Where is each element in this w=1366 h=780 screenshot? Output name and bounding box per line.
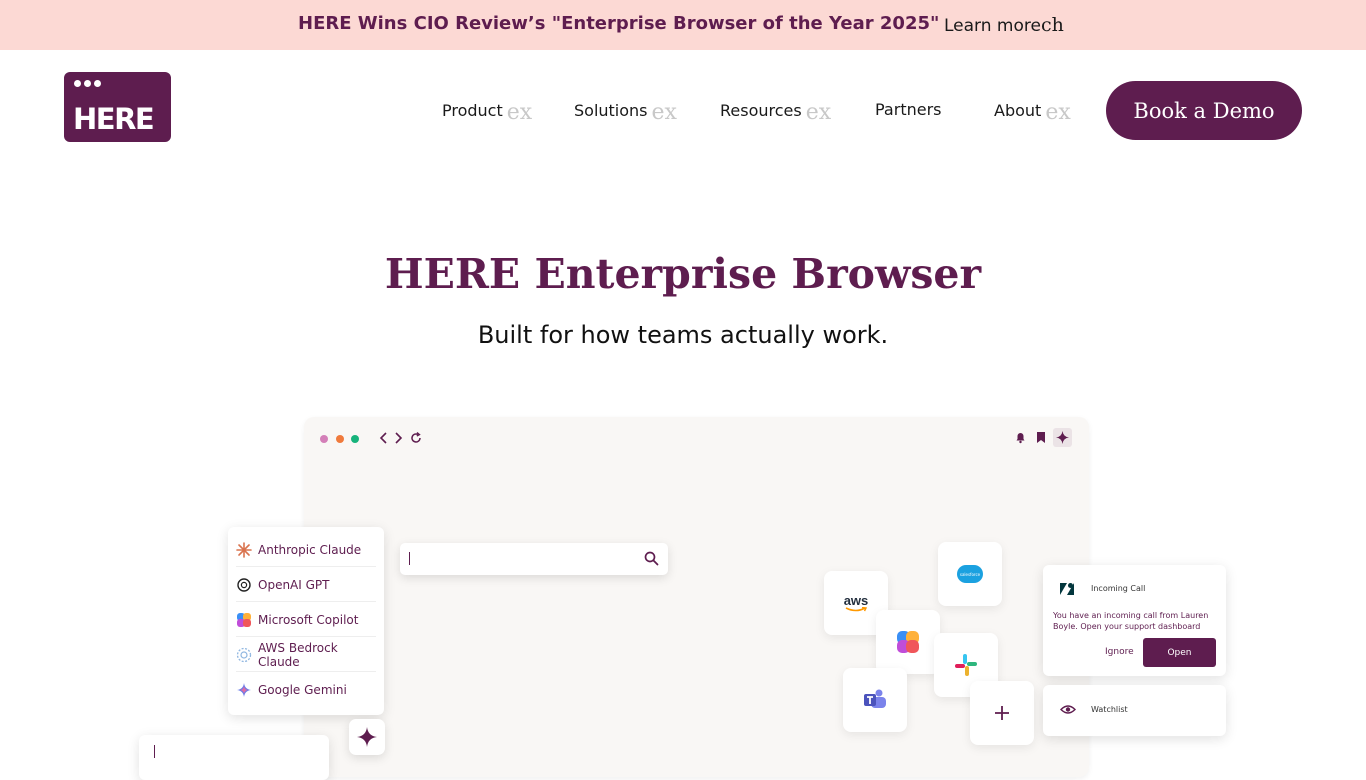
zendesk-icon <box>1060 583 1074 595</box>
copilot-icon <box>897 631 919 653</box>
incoming-call-notification: Incoming Call You have an incoming call … <box>1043 565 1226 676</box>
chevron-icon: ch <box>1040 14 1064 36</box>
ai-model-label: Google Gemini <box>258 683 347 697</box>
nav-product[interactable]: Product ex <box>442 100 532 125</box>
aws-label: aws <box>843 592 869 608</box>
teams-icon <box>864 689 886 708</box>
nav-resources-label: Resources <box>720 101 802 120</box>
gemini-icon <box>237 683 251 697</box>
mockup-search-input[interactable] <box>400 543 668 575</box>
hero-title: HERE Enterprise Browser <box>384 250 982 298</box>
ai-model-label: OpenAI GPT <box>258 577 330 592</box>
ai-model-copilot[interactable]: Microsoft Copilot <box>236 603 376 637</box>
logo-text: HERE <box>73 102 155 136</box>
nav-partners-label: Partners <box>875 100 942 119</box>
bookmark-icon <box>1037 432 1045 443</box>
chevron-down-icon: ex <box>1045 100 1071 125</box>
plus-icon <box>995 706 1009 720</box>
nav-solutions[interactable]: Solutions ex <box>574 100 677 125</box>
search-icon[interactable] <box>644 551 659 566</box>
copilot-app-tile[interactable] <box>876 610 940 674</box>
text-caret <box>154 745 155 758</box>
ai-model-menu: Anthropic Claude OpenAI GPT Microsoft Co… <box>228 527 384 715</box>
openai-icon <box>237 577 251 592</box>
traffic-light-icon <box>320 435 328 443</box>
ai-assistant-button[interactable] <box>349 719 385 755</box>
ai-prompt-input[interactable] <box>139 735 329 780</box>
watchlist-card[interactable]: Watchlist <box>1043 685 1226 736</box>
forward-icon <box>395 432 403 444</box>
logo-dots <box>74 80 101 87</box>
back-icon <box>379 432 387 444</box>
nav-about-label: About <box>994 101 1042 120</box>
nav-partners[interactable]: Partners <box>875 100 941 119</box>
ai-model-label: Microsoft Copilot <box>258 612 359 627</box>
slack-icon <box>955 654 977 676</box>
chevron-down-icon: ex <box>506 100 533 125</box>
ai-model-label: AWS Bedrock Claude <box>258 640 338 669</box>
traffic-light-icon <box>336 435 344 443</box>
nav-solutions-label: Solutions <box>574 101 648 120</box>
ai-model-bedrock[interactable]: AWS Bedrock Claude <box>236 638 376 672</box>
open-button[interactable]: Open <box>1143 638 1216 667</box>
teams-app-tile[interactable] <box>843 668 907 732</box>
salesforce-label: salesforce <box>959 571 981 577</box>
here-logo[interactable]: HERE <box>64 72 171 142</box>
watchlist-label: Watchlist <box>1091 705 1128 714</box>
ai-model-label: Anthropic Claude <box>258 542 362 557</box>
nav-resources[interactable]: Resources ex <box>720 100 831 125</box>
notification-body: You have an incoming call from Lauren Bo… <box>1053 611 1209 631</box>
salesforce-app-tile[interactable]: salesforce <box>938 542 1002 606</box>
sparkle-icon <box>357 727 377 747</box>
traffic-light-icon <box>351 435 359 443</box>
chevron-down-icon: ex <box>805 100 832 125</box>
bedrock-icon <box>236 647 252 662</box>
eye-icon <box>1060 705 1076 714</box>
nav-product-label: Product <box>442 101 503 120</box>
banner-text: HERE Wins CIO Review’s "Enterprise Brows… <box>298 13 940 34</box>
claude-icon <box>236 541 252 558</box>
salesforce-icon: salesforce <box>957 565 983 583</box>
bell-icon <box>1016 433 1025 444</box>
ignore-button[interactable]: Ignore <box>1105 647 1134 657</box>
hero-subtitle: Built for how teams actually work. <box>477 321 889 349</box>
announcement-banner: HERE Wins CIO Review’s "Enterprise Brows… <box>0 0 1366 50</box>
copilot-icon <box>237 612 251 627</box>
chevron-down-icon: ex <box>651 100 677 125</box>
add-app-tile[interactable] <box>970 681 1034 745</box>
learn-more-label: Learn more <box>944 16 1041 36</box>
sparkle-icon <box>1053 428 1072 447</box>
nav-about[interactable]: About ex <box>994 100 1071 125</box>
ai-model-gemini[interactable]: Google Gemini <box>236 673 376 707</box>
aws-icon: aws <box>843 592 869 613</box>
refresh-icon <box>411 432 421 443</box>
ai-model-openai[interactable]: OpenAI GPT <box>236 568 376 602</box>
notification-title: Incoming Call <box>1091 584 1146 593</box>
ai-model-claude[interactable]: Anthropic Claude <box>236 533 376 567</box>
book-demo-button[interactable]: Book a Demo <box>1106 81 1302 140</box>
learn-more-link[interactable]: Learn morech <box>944 14 1064 36</box>
text-caret <box>409 552 410 565</box>
